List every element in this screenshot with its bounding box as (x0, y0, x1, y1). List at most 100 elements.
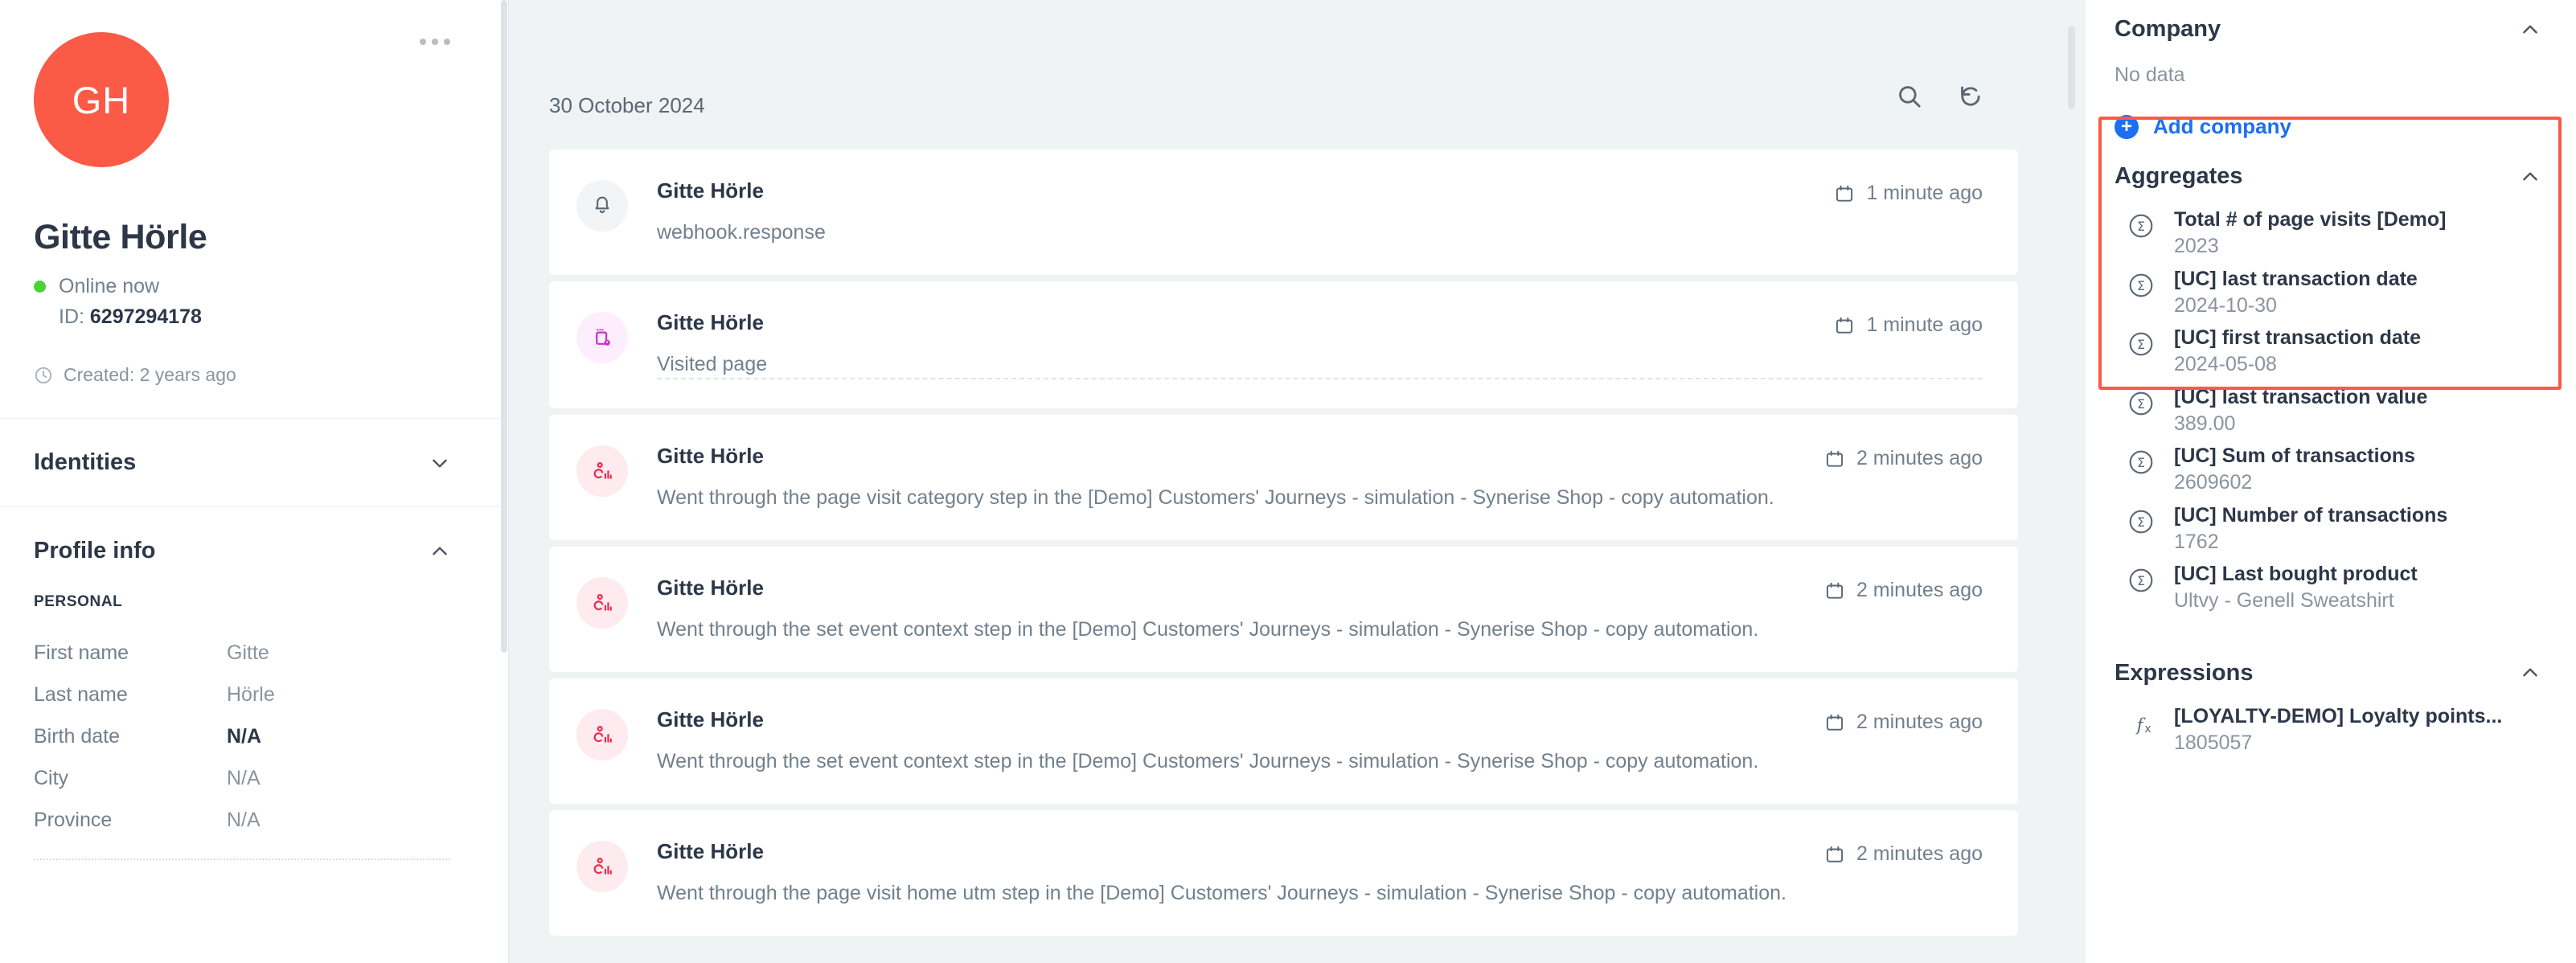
aggregates-title: Aggregates (2115, 163, 2243, 189)
event-time-label: 1 minute ago (1866, 313, 1983, 336)
field-value: N/A (227, 766, 260, 789)
attributes-scrollbar[interactable] (2058, 0, 2086, 963)
kebab-dot (420, 39, 426, 45)
divider (34, 859, 450, 860)
event-description: Went through the page visit category ste… (657, 486, 1774, 509)
chevron-up-icon[interactable] (2520, 662, 2541, 683)
chevron-down-icon[interactable] (429, 453, 450, 473)
table-row: City N/A (34, 757, 450, 799)
aggregate-label: [UC] Last bought product (2174, 563, 2418, 585)
aggregates-header[interactable]: Aggregates (2115, 147, 2541, 190)
chevron-up-icon[interactable] (429, 541, 450, 562)
event-time-label: 2 minutes ago (1856, 842, 1983, 865)
expressions-list: f x [LOYALTY-DEMO] Loyalty points... 180… (2115, 704, 2541, 756)
list-item[interactable]: Gitte Hörle webhook.response 1 minute ag… (549, 150, 2018, 275)
list-item[interactable]: f x [LOYALTY-DEMO] Loyalty points... 180… (2115, 704, 2541, 756)
list-item[interactable]: Σ [UC] Sum of transactions 2609602 (2115, 444, 2541, 496)
profile-id: ID: 6297294178 (34, 305, 508, 329)
section-aggregates: Aggregates Σ Total # of page visits [Dem… (2086, 139, 2576, 614)
list-item[interactable]: Σ [UC] last transaction date 2024-10-30 (2115, 267, 2541, 319)
timeline-header: 30 October 2024 (509, 0, 2058, 150)
list-item[interactable]: Gitte Hörle Went through the page visit … (549, 415, 2018, 540)
event-profile-name: Gitte Hörle (657, 178, 764, 203)
chevron-up-icon[interactable] (2520, 19, 2541, 40)
add-company-button[interactable]: + Add company (2115, 114, 2541, 139)
field-label: Province (34, 808, 113, 831)
event-time-label: 1 minute ago (1866, 182, 1983, 204)
aggregate-value: 2023 (2174, 235, 2219, 257)
automation-step-icon (576, 577, 628, 629)
profile-id-label: ID: (59, 305, 84, 328)
list-item[interactable]: Gitte Hörle Went through the page visit … (549, 810, 2018, 936)
field-label: City (34, 766, 69, 789)
expressions-header[interactable]: Expressions (2115, 644, 2541, 686)
aggregate-text: [UC] Number of transactions 1762 (2155, 503, 2447, 555)
list-item[interactable]: Σ Total # of page visits [Demo] 2023 (2115, 207, 2541, 260)
kebab-menu-icon[interactable] (420, 39, 450, 45)
aggregate-text: Total # of page visits [Demo] 2023 (2155, 207, 2446, 260)
table-row: Province N/A (34, 799, 450, 841)
event-time-label: 2 minutes ago (1856, 711, 1983, 733)
list-item[interactable]: Σ [UC] first transaction date 2024-05-08 (2115, 326, 2541, 378)
table-row: Last name Hörle (34, 674, 450, 715)
list-item[interactable]: Σ [UC] Number of transactions 1762 (2115, 503, 2541, 555)
automation-step-icon (576, 709, 628, 760)
aggregate-text: [UC] Last bought product Ultvy - Genell … (2155, 562, 2418, 614)
status-dot-icon (34, 281, 46, 293)
activity-timeline-panel: 30 October 2024 Gitte Hörle webhook.resp… (508, 0, 2058, 963)
aggregate-label: [UC] first transaction date (2174, 326, 2421, 349)
aggregate-label: [UC] last transaction value (2174, 385, 2428, 408)
event-body: Gitte Hörle Went through the set event c… (628, 706, 1824, 773)
event-profile-name: Gitte Hörle (657, 310, 764, 334)
table-row: First name Gitte (34, 632, 450, 674)
section-company: Company No data + Add company (2086, 0, 2576, 139)
list-item[interactable]: Σ [UC] last transaction value 389.00 (2115, 385, 2541, 437)
event-profile-name: Gitte Hörle (657, 444, 764, 468)
event-body: Gitte Hörle Went through the set event c… (628, 574, 1824, 641)
event-description: Visited page (657, 353, 768, 375)
field-value: N/A (227, 808, 260, 831)
calendar-icon (1826, 846, 1844, 863)
event-body: Gitte Hörle webhook.response (628, 177, 1834, 244)
list-item[interactable]: Σ [UC] Last bought product Ultvy - Genel… (2115, 562, 2541, 614)
chevron-up-icon[interactable] (2520, 166, 2541, 187)
kebab-dot (432, 39, 438, 45)
aggregate-value: 2024-05-08 (2174, 353, 2277, 375)
divider (657, 378, 1983, 379)
attributes-sidebar: Company No data + Add company Aggregates (2058, 0, 2576, 963)
aggregate-value: 2024-10-30 (2174, 293, 2277, 317)
company-header[interactable]: Company (2115, 0, 2541, 43)
attributes-scroll-thumb[interactable] (2068, 26, 2075, 109)
timeline-actions (1896, 39, 1984, 110)
fx-icon: f x (2135, 715, 2151, 736)
identities-header[interactable]: Identities (34, 449, 450, 476)
refresh-icon[interactable] (1957, 83, 1984, 110)
event-timestamp: 1 minute ago (1834, 177, 1983, 205)
profile-id-value: 6297294178 (89, 305, 202, 328)
created-info: Created: 2 years ago (34, 364, 508, 386)
automation-step-icon (576, 841, 628, 892)
sidebar-scrollbar[interactable] (500, 0, 508, 963)
list-item[interactable]: Gitte Hörle Visited page 1 minute ago (549, 281, 2018, 408)
search-icon[interactable] (1896, 83, 1923, 110)
list-item[interactable]: Gitte Hörle Went through the set event c… (549, 678, 2018, 804)
aggregate-value: Ultvy - Genell Sweatshirt (2174, 589, 2394, 612)
profile-info-header[interactable]: Profile info (34, 538, 450, 564)
svg-text:Σ: Σ (2137, 397, 2145, 412)
calendar-icon (1826, 582, 1844, 599)
calendar-icon (1836, 185, 1853, 202)
event-time-label: 2 minutes ago (1856, 447, 1983, 469)
event-description: webhook.response (657, 221, 826, 244)
created-label: Created: 2 years ago (64, 364, 236, 385)
event-time-label: 2 minutes ago (1856, 579, 1983, 601)
field-label: Birth date (34, 724, 121, 748)
avatar: GH (34, 32, 169, 167)
list-item[interactable]: Gitte Hörle Went through the set event c… (549, 547, 2018, 672)
clock-icon (35, 367, 52, 383)
field-value: Gitte (227, 641, 269, 664)
calendar-icon (1826, 450, 1844, 467)
event-body: Gitte Hörle Went through the page visit … (628, 442, 1824, 510)
sidebar-scroll-thumb[interactable] (501, 0, 507, 653)
sigma-icon: Σ (2129, 332, 2153, 356)
svg-text:x: x (2144, 723, 2151, 736)
